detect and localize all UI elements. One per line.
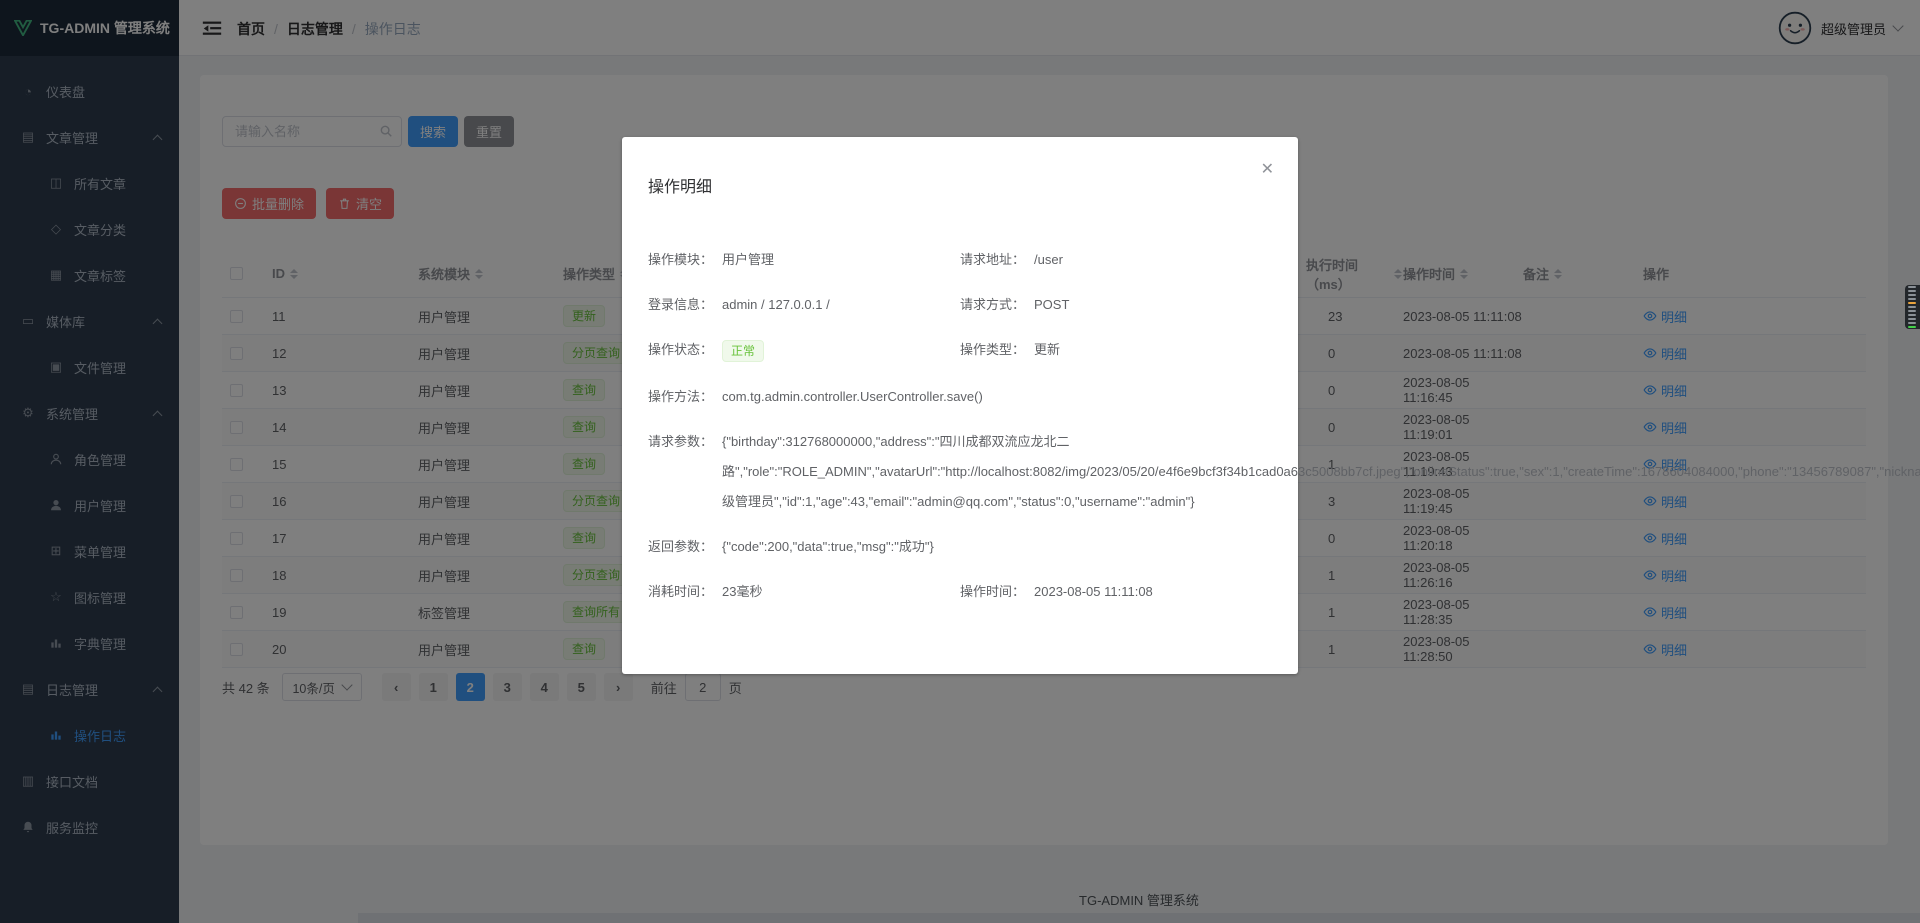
extension-widget-bar <box>1908 314 1916 316</box>
req-url-value: /user <box>1034 250 1272 270</box>
field-label: 请求参数： <box>648 432 722 517</box>
field-label: 操作模块： <box>648 250 722 270</box>
op-time-value: 2023-08-05 11:11:08 <box>1034 582 1272 602</box>
field-label: 请求方式： <box>960 295 1034 315</box>
op-type-value: 更新 <box>1034 340 1272 362</box>
close-icon[interactable]: ✕ <box>1261 159 1274 179</box>
op-status-value: 正常 <box>722 340 960 362</box>
field-label: 操作状态： <box>648 340 722 362</box>
op-method-value: com.tg.admin.controller.UserController.s… <box>722 387 1272 407</box>
field-label: 操作时间： <box>960 582 1034 602</box>
extension-widget-bar <box>1908 302 1916 304</box>
extension-widget[interactable] <box>1905 285 1920 329</box>
extension-widget-bar <box>1908 322 1916 324</box>
status-badge: 正常 <box>722 340 764 362</box>
field-label: 操作方法： <box>648 387 722 407</box>
field-label: 返回参数： <box>648 537 722 557</box>
operation-detail-dialog: 操作明细 ✕ 操作模块：用户管理 请求地址：/user 登录信息：admin /… <box>622 137 1298 674</box>
extension-widget-bar <box>1908 318 1916 320</box>
extension-widget-bar <box>1908 306 1916 308</box>
req-method-value: POST <box>1034 295 1272 315</box>
extension-widget-bar <box>1908 326 1916 328</box>
field-label: 请求地址： <box>960 250 1034 270</box>
field-label: 登录信息： <box>648 295 722 315</box>
login-info-value: admin / 127.0.0.1 / <box>722 295 960 315</box>
extension-widget-bar <box>1908 294 1916 296</box>
extension-widget-bar <box>1908 310 1916 312</box>
extension-widget-bar <box>1908 290 1916 292</box>
field-label: 操作类型： <box>960 340 1034 362</box>
extension-widget-bar <box>1908 286 1916 288</box>
resp-params-value: {"code":200,"data":true,"msg":"成功"} <box>722 537 1272 557</box>
op-module-value: 用户管理 <box>722 250 960 270</box>
extension-widget-bar <box>1908 298 1916 300</box>
cost-time-value: 23毫秒 <box>722 582 960 602</box>
field-label: 消耗时间： <box>648 582 722 602</box>
dialog-body: 操作模块：用户管理 请求地址：/user 登录信息：admin / 127.0.… <box>648 250 1272 627</box>
req-params-value: {"birthday":312768000000,"address":"四川成都… <box>722 427 1920 517</box>
dialog-title: 操作明细 <box>648 173 712 197</box>
